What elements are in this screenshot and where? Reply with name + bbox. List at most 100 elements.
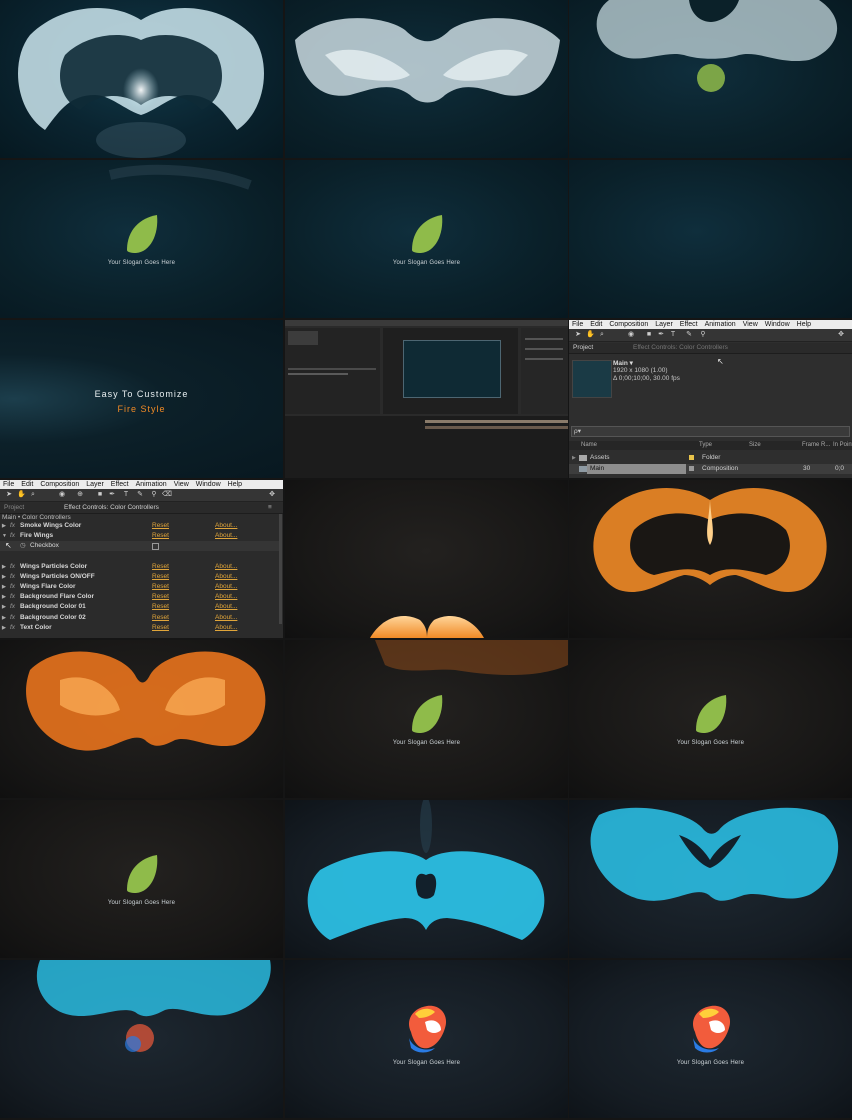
fx-icon[interactable]: fx xyxy=(10,521,15,531)
effect-row[interactable]: ▶ fx Wings Flare Color Reset About... xyxy=(0,582,279,592)
about-link[interactable]: About... xyxy=(215,572,237,582)
expand-triangle-icon[interactable]: ▶ xyxy=(2,582,6,592)
about-link[interactable]: About... xyxy=(215,592,237,602)
expand-triangle-icon[interactable]: ▶ xyxy=(2,623,6,633)
pen-tool-icon[interactable]: ✒ xyxy=(657,331,665,339)
camera-tool-icon[interactable]: ◉ xyxy=(627,331,635,339)
effect-row[interactable]: ▶ fx Background Color 01 Reset About... xyxy=(0,602,279,612)
project-row-main[interactable]: Main Composition 30 0;0 xyxy=(569,464,852,474)
about-link[interactable]: About... xyxy=(215,582,237,592)
expand-triangle-icon[interactable]: ▶ xyxy=(2,521,6,531)
pen-tool-icon[interactable]: ✒ xyxy=(108,491,116,499)
menu-animation[interactable]: Animation xyxy=(705,321,736,328)
effect-row[interactable]: ▶ fx Wings Particles ON/OFF Reset About..… xyxy=(0,572,279,582)
col-frame-rate[interactable]: Frame R... xyxy=(802,441,830,450)
menu-file[interactable]: File xyxy=(3,481,14,488)
pan-behind-tool-icon[interactable]: ⊕ xyxy=(76,491,84,499)
expand-triangle-icon[interactable]: ▶ xyxy=(2,592,6,602)
menu-window[interactable]: Window xyxy=(765,321,790,328)
effect-row[interactable]: ▶ fx Background Color 02 Reset About... xyxy=(0,613,279,623)
menu-edit[interactable]: Edit xyxy=(590,321,602,328)
fx-icon[interactable]: fx xyxy=(10,531,15,541)
eraser-tool-icon[interactable]: ⌫ xyxy=(162,491,172,499)
about-link[interactable]: About... xyxy=(215,602,237,612)
fx-icon[interactable]: fx xyxy=(10,562,15,572)
type-tool-icon[interactable]: T xyxy=(122,491,130,499)
checkbox-input[interactable] xyxy=(152,543,159,550)
fx-icon[interactable]: fx xyxy=(10,623,15,633)
tab-project[interactable]: Project xyxy=(573,343,593,352)
menu-edit[interactable]: Edit xyxy=(21,481,33,488)
fx-icon[interactable]: fx xyxy=(10,572,15,582)
zoom-tool-icon[interactable]: ⌕ xyxy=(598,331,606,339)
menu-composition[interactable]: Composition xyxy=(40,481,79,488)
tab-effect-controls[interactable]: Effect Controls: Color Controllers xyxy=(633,343,728,352)
shape-tool-icon[interactable]: ■ xyxy=(645,331,653,339)
reset-link[interactable]: Reset xyxy=(152,623,169,633)
tab-project[interactable]: Project xyxy=(4,503,24,512)
expand-triangle-icon[interactable]: ▶ xyxy=(572,453,576,463)
fx-icon[interactable]: fx xyxy=(10,602,15,612)
type-tool-icon[interactable]: T xyxy=(669,331,677,339)
fx-icon[interactable]: fx xyxy=(10,582,15,592)
reset-link[interactable]: Reset xyxy=(152,531,169,541)
fx-icon[interactable]: fx xyxy=(10,592,15,602)
project-search-input[interactable]: ρ▾ xyxy=(571,426,850,437)
effect-row[interactable]: ▶ fx Smoke Wings Color Reset About... xyxy=(0,521,279,531)
brush-tool-icon[interactable]: ✎ xyxy=(685,331,693,339)
effect-row[interactable]: ▶ fx Background Flare Color Reset About..… xyxy=(0,592,279,602)
selection-tool-icon[interactable]: ➤ xyxy=(574,331,582,339)
expand-triangle-icon[interactable]: ▶ xyxy=(2,572,6,582)
collapse-triangle-icon[interactable]: ▼ xyxy=(2,531,7,541)
reset-link[interactable]: Reset xyxy=(152,562,169,572)
about-link[interactable]: About... xyxy=(215,613,237,623)
stamp-tool-icon[interactable]: ⚲ xyxy=(150,491,158,499)
menu-effect[interactable]: Effect xyxy=(111,481,129,488)
menu-file[interactable]: File xyxy=(572,321,583,328)
effect-row[interactable]: ▶ fx Wings Particles Color Reset About... xyxy=(0,562,279,572)
col-size[interactable]: Size xyxy=(749,441,761,450)
reset-link[interactable]: Reset xyxy=(152,572,169,582)
col-name[interactable]: Name xyxy=(581,441,597,450)
shape-tool-icon[interactable]: ■ xyxy=(96,491,104,499)
menu-help[interactable]: Help xyxy=(228,481,242,488)
menu-animation[interactable]: Animation xyxy=(136,481,167,488)
expand-triangle-icon[interactable]: ▶ xyxy=(2,602,6,612)
reset-link[interactable]: Reset xyxy=(152,521,169,531)
reset-link[interactable]: Reset xyxy=(152,592,169,602)
anchor-tool-icon[interactable]: ✥ xyxy=(837,331,845,339)
stopwatch-icon[interactable]: ◷ xyxy=(20,541,26,551)
brush-tool-icon[interactable]: ✎ xyxy=(136,491,144,499)
reset-link[interactable]: Reset xyxy=(152,582,169,592)
panel-menu-icon[interactable]: ≡ xyxy=(268,503,272,512)
about-link[interactable]: About... xyxy=(215,521,237,531)
reset-link[interactable]: Reset xyxy=(152,602,169,612)
menu-layer[interactable]: Layer xyxy=(86,481,104,488)
effect-row[interactable]: ▶ fx Text Color Reset About... xyxy=(0,623,279,633)
col-in-point[interactable]: In Point xyxy=(833,441,852,450)
expand-triangle-icon[interactable]: ▶ xyxy=(2,562,6,572)
anchor-tool-icon[interactable]: ✥ xyxy=(268,491,276,499)
menu-window[interactable]: Window xyxy=(196,481,221,488)
reset-link[interactable]: Reset xyxy=(152,613,169,623)
menu-view[interactable]: View xyxy=(743,321,758,328)
menu-view[interactable]: View xyxy=(174,481,189,488)
col-type[interactable]: Type xyxy=(699,441,712,450)
about-link[interactable]: About... xyxy=(215,623,237,633)
menu-composition[interactable]: Composition xyxy=(609,321,648,328)
expand-triangle-icon[interactable]: ▶ xyxy=(2,613,6,623)
menu-help[interactable]: Help xyxy=(797,321,811,328)
menu-layer[interactable]: Layer xyxy=(655,321,673,328)
about-link[interactable]: About... xyxy=(215,562,237,572)
about-link[interactable]: About... xyxy=(215,531,237,541)
camera-tool-icon[interactable]: ◉ xyxy=(58,491,66,499)
menu-effect[interactable]: Effect xyxy=(680,321,698,328)
hand-tool-icon[interactable]: ✋ xyxy=(17,491,26,499)
tab-effect-controls[interactable]: Effect Controls: Color Controllers xyxy=(64,503,159,512)
hand-tool-icon[interactable]: ✋ xyxy=(586,331,595,339)
panel-scrollbar[interactable] xyxy=(279,514,282,624)
effect-row[interactable]: ▼ fx Fire Wings Reset About... xyxy=(0,531,279,541)
zoom-tool-icon[interactable]: ⌕ xyxy=(29,491,37,499)
selection-tool-icon[interactable]: ➤ xyxy=(5,491,13,499)
fx-icon[interactable]: fx xyxy=(10,613,15,623)
